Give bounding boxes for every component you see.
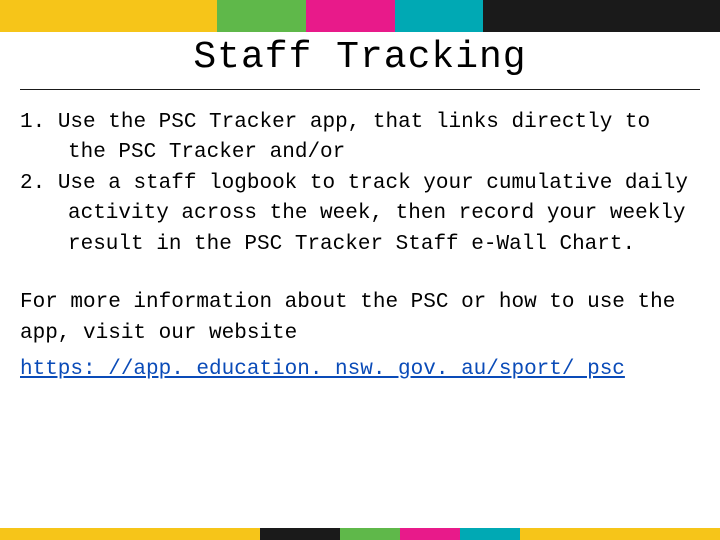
list-item: Use the PSC Tracker app, that links dire… — [20, 108, 700, 169]
stripe-segment — [0, 0, 217, 32]
website-link[interactable]: https: //app. education. nsw. gov. au/sp… — [20, 355, 700, 385]
stripe-segment — [0, 528, 260, 540]
stripe-segment — [340, 528, 400, 540]
stripe-segment — [460, 528, 520, 540]
info-paragraph: For more information about the PSC or ho… — [20, 288, 700, 349]
stripe-segment — [306, 0, 395, 32]
stripe-segment — [395, 0, 484, 32]
slide-content: Staff Tracking Use the PSC Tracker app, … — [20, 36, 700, 524]
stripe-segment — [520, 528, 720, 540]
list-item: Use a staff logbook to track your cumula… — [20, 169, 700, 260]
stripe-segment — [217, 0, 306, 32]
stripe-segment — [260, 528, 340, 540]
decorative-top-stripe — [0, 0, 720, 32]
page-title: Staff Tracking — [20, 36, 700, 90]
decorative-bottom-stripe — [0, 528, 720, 540]
stripe-segment — [483, 0, 720, 32]
instruction-list: Use the PSC Tracker app, that links dire… — [20, 108, 700, 260]
stripe-segment — [400, 528, 460, 540]
